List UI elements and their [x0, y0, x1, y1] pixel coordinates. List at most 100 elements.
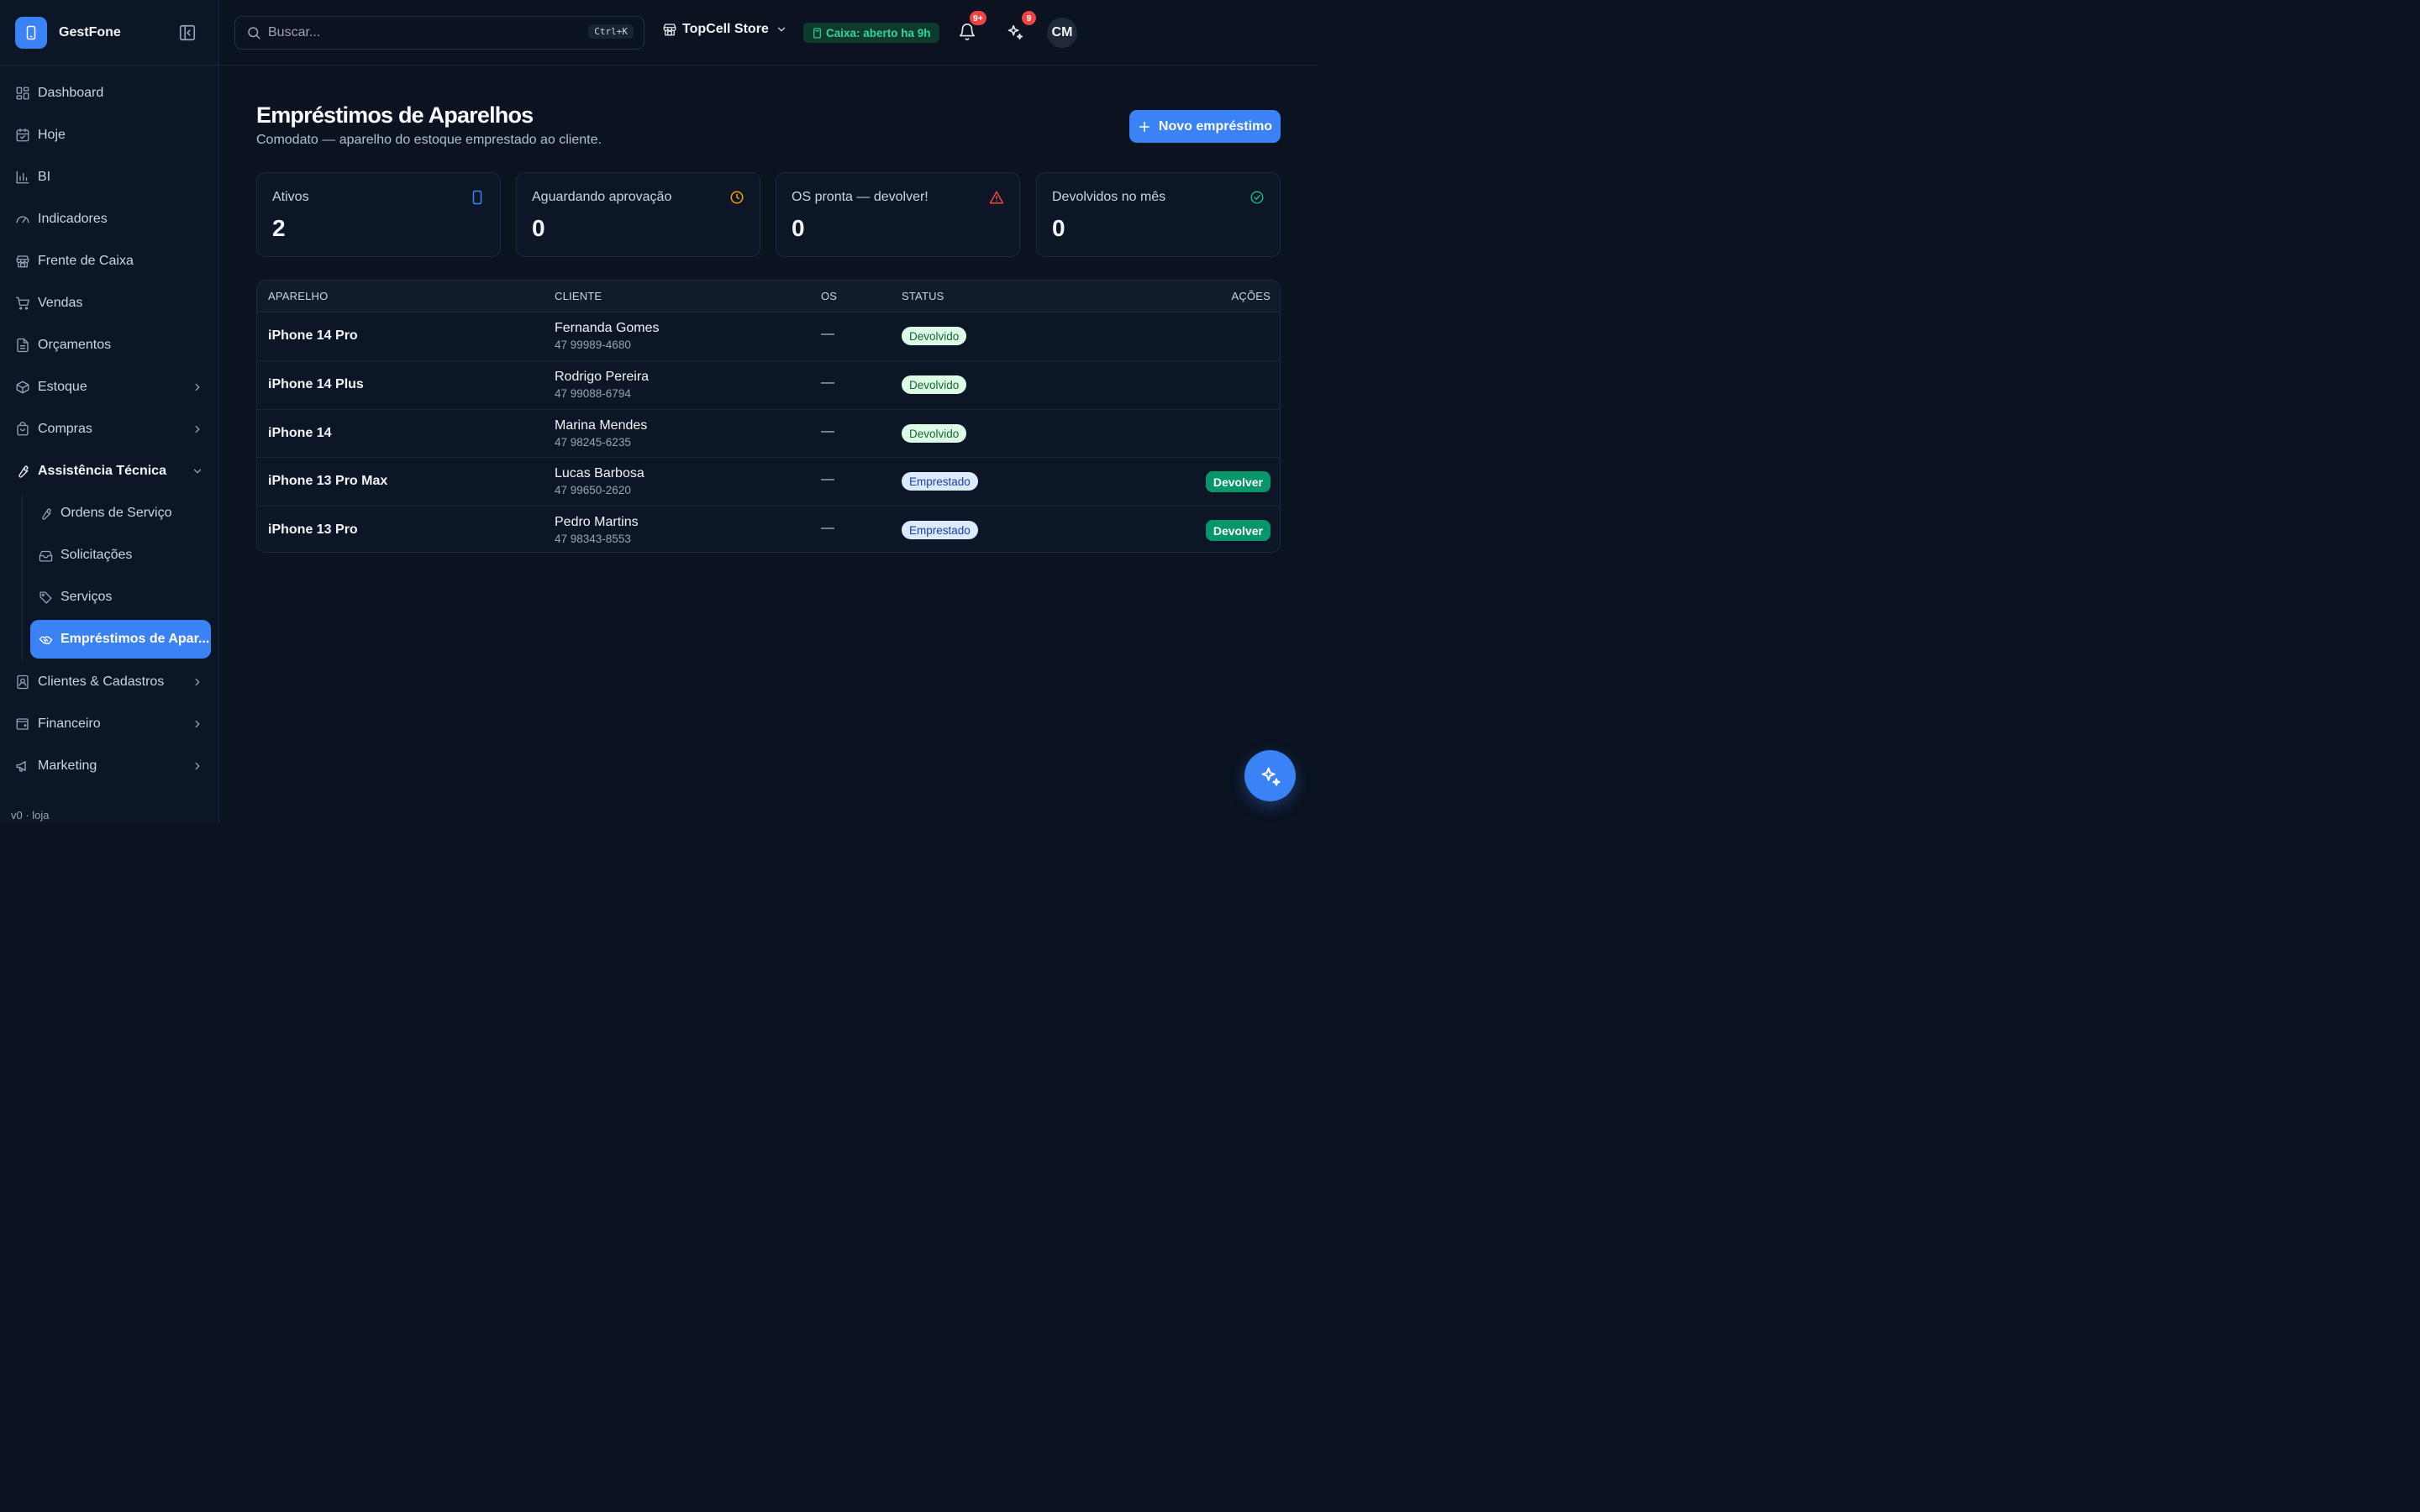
stat-card-os-pronta: OS pronta — devolver! 0 — [776, 172, 1020, 257]
status-badge: Devolvido — [902, 424, 967, 443]
sidebar-item-frente-de-caixa[interactable]: Frente de Caixa — [0, 243, 219, 280]
table-row[interactable]: iPhone 14 Plus Rodrigo Pereira 47 99088-… — [257, 360, 1280, 409]
sidebar-item-marketing[interactable]: Marketing — [0, 748, 219, 785]
status-badge: Devolvido — [902, 327, 967, 345]
return-button[interactable]: Devolver — [1205, 471, 1270, 492]
wrench-icon — [15, 464, 30, 479]
sparkles-icon — [1006, 23, 1024, 41]
os-value: — — [821, 424, 834, 438]
notifications-button[interactable] — [958, 23, 976, 41]
sidebar-item-dashboard[interactable]: Dashboard — [0, 75, 219, 112]
version-label: v0 · loja — [11, 809, 50, 822]
contact-icon — [15, 675, 30, 690]
client-phone: 47 98245-6235 — [555, 436, 631, 449]
sidebar-subitem-ordens-de-servico[interactable]: Ordens de Serviço — [30, 494, 211, 533]
sidebar-item-clientes[interactable]: Clientes & Cadastros — [0, 664, 219, 701]
client-name: Pedro Martins — [555, 515, 639, 529]
bar-chart-icon — [15, 170, 30, 185]
sidebar-item-orcamentos[interactable]: Orçamentos — [0, 327, 219, 364]
sidebar-item-label: BI — [38, 170, 51, 184]
table-row[interactable]: iPhone 14 Marina Mendes 47 98245-6235 — … — [257, 409, 1280, 458]
sidebar-subitem-solicitacoes[interactable]: Solicitações — [30, 536, 211, 575]
status-badge: Emprestado — [902, 521, 978, 539]
new-loan-button[interactable]: Novo empréstimo — [1129, 110, 1281, 143]
sidebar-item-indicadores[interactable]: Indicadores — [0, 201, 219, 238]
return-button[interactable]: Devolver — [1205, 520, 1270, 541]
sidebar-subitem-label: Serviços — [60, 590, 113, 604]
sidebar-item-label: Vendas — [38, 296, 83, 310]
dashboard-icon — [15, 86, 30, 101]
sidebar-subitem-label: Solicitações — [60, 548, 133, 562]
os-value: — — [821, 327, 834, 341]
ai-badge: 9 — [1022, 11, 1036, 25]
sidebar-subitem-label: Ordens de Serviço — [60, 506, 172, 520]
sidebar-item-label: Financeiro — [38, 717, 101, 731]
stat-value: 0 — [792, 215, 805, 241]
store-selector[interactable]: TopCell Store — [662, 22, 787, 37]
column-header-status: STATUS — [902, 290, 944, 302]
package-icon — [15, 380, 30, 395]
smartphone-icon — [470, 190, 485, 205]
inbox-icon — [39, 549, 53, 563]
os-value: — — [821, 375, 834, 390]
sidebar-item-hoje[interactable]: Hoje — [0, 117, 219, 154]
chevron-right-icon — [192, 718, 203, 730]
sidebar-item-assistencia-tecnica[interactable]: Assistência Técnica — [0, 453, 219, 490]
sidebar-item-label: Orçamentos — [38, 338, 112, 352]
stat-label: Aguardando aprovação — [532, 190, 672, 204]
alert-triangle-icon — [989, 190, 1004, 205]
device-name: iPhone 13 Pro Max — [268, 474, 388, 488]
clock-icon — [729, 190, 744, 205]
sidebar-item-vendas[interactable]: Vendas — [0, 285, 219, 322]
chevron-right-icon — [192, 760, 203, 772]
store-name: TopCell Store — [682, 22, 769, 36]
ai-assistant-button[interactable] — [1006, 23, 1024, 41]
megaphone-icon — [15, 759, 30, 774]
device-name: iPhone 13 Pro — [268, 522, 358, 537]
sidebar-item-estoque[interactable]: Estoque — [0, 369, 219, 406]
table-row[interactable]: iPhone 13 Pro Pedro Martins 47 98343-855… — [257, 506, 1280, 552]
loans-table: APARELHO CLIENTE OS STATUS AÇÕES iPhone … — [256, 280, 1281, 553]
status-badge: Devolvido — [902, 375, 967, 394]
stat-value: 0 — [1052, 215, 1065, 241]
search-icon — [246, 25, 261, 40]
sidebar-item-financeiro[interactable]: Financeiro — [0, 706, 219, 743]
sidebar-item-label: Hoje — [38, 128, 66, 142]
ai-assistant-fab[interactable] — [1244, 750, 1296, 801]
plus-icon — [1138, 120, 1151, 134]
sidebar-item-bi[interactable]: BI — [0, 159, 219, 196]
client-phone: 47 99088-6794 — [555, 387, 631, 400]
new-loan-label: Novo empréstimo — [1158, 118, 1273, 134]
calendar-icon — [15, 128, 30, 143]
chevron-down-icon — [776, 24, 787, 35]
page-title: Empréstimos de Aparelhos — [256, 102, 534, 128]
os-value: — — [821, 521, 834, 535]
stat-label: Devolvidos no mês — [1052, 190, 1166, 204]
sidebar-collapse-icon[interactable] — [178, 24, 197, 42]
sidebar-item-label: Clientes & Cadastros — [38, 675, 165, 689]
sidebar-item-label: Frente de Caixa — [38, 254, 134, 268]
device-name: iPhone 14 — [268, 426, 332, 440]
sidebar-item-label: Marketing — [38, 759, 97, 773]
table-row[interactable]: iPhone 13 Pro Max Lucas Barbosa 47 99650… — [257, 457, 1280, 506]
store-icon — [15, 254, 30, 269]
table-row[interactable]: iPhone 14 Pro Fernanda Gomes 47 99989-46… — [257, 312, 1280, 360]
sidebar-item-label: Dashboard — [38, 86, 104, 100]
notifications-badge: 9+ — [970, 11, 986, 25]
chevron-down-icon — [192, 465, 203, 477]
bell-icon — [958, 23, 976, 41]
caixa-status-badge[interactable]: Caixa: aberto ha 9h — [803, 23, 939, 43]
search-input[interactable] — [268, 25, 571, 40]
sidebar-subitem-servicos[interactable]: Serviços — [30, 578, 211, 617]
topbar: Ctrl+K TopCell Store Caixa: aberto ha 9h… — [219, 0, 1318, 66]
sidebar-subitem-emprestimos[interactable]: Empréstimos de Apar... — [30, 620, 211, 659]
sidebar-item-compras[interactable]: Compras — [0, 411, 219, 448]
search-box[interactable]: Ctrl+K — [234, 16, 644, 50]
wrench-icon — [39, 507, 53, 521]
user-avatar[interactable]: CM — [1047, 18, 1077, 48]
column-header-cliente: CLIENTE — [555, 290, 602, 302]
page-subtitle: Comodato — aparelho do estoque emprestad… — [256, 133, 602, 147]
sidebar-item-label: Compras — [38, 422, 92, 436]
shopping-bag-icon — [15, 422, 30, 437]
search-shortcut: Ctrl+K — [588, 24, 634, 39]
